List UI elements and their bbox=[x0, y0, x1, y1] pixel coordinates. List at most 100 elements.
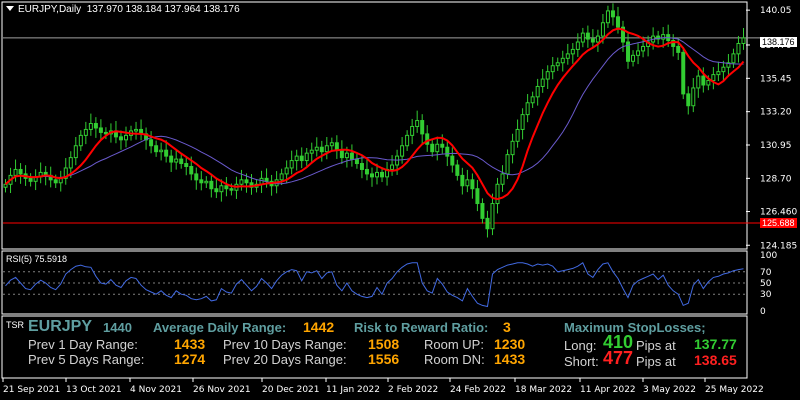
candle-body bbox=[525, 102, 530, 116]
candle-body bbox=[460, 174, 465, 187]
candle-body bbox=[475, 188, 480, 205]
rsi-axis: 100 705030 0 bbox=[760, 251, 777, 317]
candle-body bbox=[681, 51, 686, 95]
candle-body bbox=[289, 160, 294, 169]
candle-body bbox=[264, 177, 269, 182]
time-tick-label: 18 Mar 2022 bbox=[515, 385, 572, 395]
dropdown-icon[interactable] bbox=[6, 6, 14, 11]
candle-body bbox=[98, 127, 103, 133]
candle-body bbox=[349, 152, 354, 160]
candle-body bbox=[390, 164, 395, 170]
room-dn-value: 1433 bbox=[494, 351, 526, 367]
candle-body bbox=[154, 145, 159, 153]
time-tick-label: 25 May 2022 bbox=[705, 385, 764, 395]
price-tick-label: 124.185 bbox=[760, 241, 797, 251]
prev10-label: Prev 10 Days Range: bbox=[223, 337, 347, 352]
candle-body bbox=[28, 177, 33, 182]
candle-body bbox=[575, 41, 580, 50]
candle-body bbox=[410, 125, 415, 136]
candle-body bbox=[455, 164, 460, 176]
candle-body bbox=[530, 96, 535, 104]
prev1-value: 1433 bbox=[174, 336, 206, 352]
ohlc-values: 137.970 138.184 137.964 138.176 bbox=[86, 4, 240, 15]
candle-body bbox=[686, 93, 691, 107]
long-label: Long: bbox=[564, 338, 597, 353]
panel-symbol-value: 1440 bbox=[103, 320, 132, 335]
candle-body bbox=[636, 50, 641, 56]
prev20-label: Prev 20 Days Range: bbox=[223, 352, 347, 367]
time-tick-label: 11 Jan 2022 bbox=[326, 385, 380, 395]
candle-body bbox=[691, 87, 696, 107]
rsi-label: RSI(5) 75.5918 bbox=[6, 254, 68, 264]
candle-body bbox=[13, 168, 18, 176]
candle-body bbox=[174, 158, 179, 163]
candle-body bbox=[279, 173, 284, 181]
candle-body bbox=[214, 188, 219, 193]
candle-body bbox=[194, 173, 199, 181]
candle-body bbox=[731, 53, 736, 64]
price-tick-label: 133.20 bbox=[760, 108, 792, 118]
candle-body bbox=[68, 157, 73, 169]
candle-body bbox=[123, 134, 128, 141]
candle-body bbox=[229, 188, 234, 191]
candle-body bbox=[224, 185, 229, 190]
prev5-value: 1274 bbox=[174, 351, 206, 367]
candle-body bbox=[244, 179, 249, 184]
candle-body bbox=[400, 145, 405, 157]
candle-body bbox=[309, 149, 314, 154]
candle-body bbox=[314, 146, 319, 151]
short-label: Short: bbox=[564, 354, 599, 369]
room-dn-label: Room DN: bbox=[424, 352, 485, 367]
candle-body bbox=[329, 142, 334, 147]
candle-body bbox=[430, 143, 435, 153]
time-tick-label: 13 Oct 2021 bbox=[66, 385, 122, 395]
candle-body bbox=[415, 120, 420, 127]
candle-body bbox=[18, 168, 23, 175]
candle-body bbox=[605, 10, 610, 24]
prev1-label: Prev 1 Day Range: bbox=[28, 337, 138, 352]
main-pane-frame bbox=[1, 1, 748, 250]
candle-body bbox=[73, 145, 78, 159]
candle-body bbox=[510, 140, 515, 156]
time-tick-label: 24 Feb 2022 bbox=[450, 385, 506, 395]
time-tick-label: 4 Nov 2021 bbox=[130, 385, 182, 395]
candle-body bbox=[480, 203, 485, 219]
candle-body bbox=[555, 62, 560, 67]
candle-body bbox=[535, 85, 540, 98]
rsi-tick-label: 0 bbox=[760, 307, 766, 317]
rsi-line bbox=[5, 262, 744, 308]
candle-body bbox=[490, 203, 495, 230]
short-pips-label: Pips at bbox=[636, 354, 676, 369]
rsi-tick-label: 70 bbox=[760, 268, 772, 278]
candle-body bbox=[169, 155, 174, 163]
candle-body bbox=[540, 78, 545, 87]
tsr-tag: TSR bbox=[6, 320, 24, 330]
prev10-value: 1508 bbox=[368, 336, 400, 352]
rsi-tick-label: 100 bbox=[760, 251, 777, 261]
candle-body bbox=[610, 10, 615, 18]
long-pips-label: Pips at bbox=[636, 338, 676, 353]
symbol-header[interactable]: EURJPY,Daily 137.970 138.184 137.964 138… bbox=[6, 4, 240, 15]
candle-body bbox=[344, 152, 349, 159]
time-tick-label: 2 Feb 2022 bbox=[388, 385, 438, 395]
candle-body bbox=[515, 128, 520, 142]
candle-body bbox=[445, 146, 450, 157]
candle-body bbox=[375, 171, 380, 178]
candle-body bbox=[661, 34, 666, 40]
candle-body bbox=[580, 32, 585, 43]
room-up-label: Room UP: bbox=[424, 337, 484, 352]
candle-body bbox=[103, 131, 108, 135]
candle-body bbox=[294, 155, 299, 162]
prev20-value: 1556 bbox=[368, 351, 400, 367]
adr-label: Average Daily Range: bbox=[153, 320, 287, 335]
candle-body bbox=[615, 16, 620, 28]
candle-body bbox=[159, 149, 164, 153]
candle-body bbox=[435, 143, 440, 153]
long-price: 137.77 bbox=[694, 336, 737, 352]
candle-body bbox=[721, 66, 726, 73]
max-stoploss-label: Maximum StopLosses; bbox=[564, 320, 706, 335]
candle-body bbox=[420, 120, 425, 135]
candle-body bbox=[93, 123, 98, 129]
candle-body bbox=[239, 179, 244, 185]
candle-body bbox=[304, 152, 309, 162]
